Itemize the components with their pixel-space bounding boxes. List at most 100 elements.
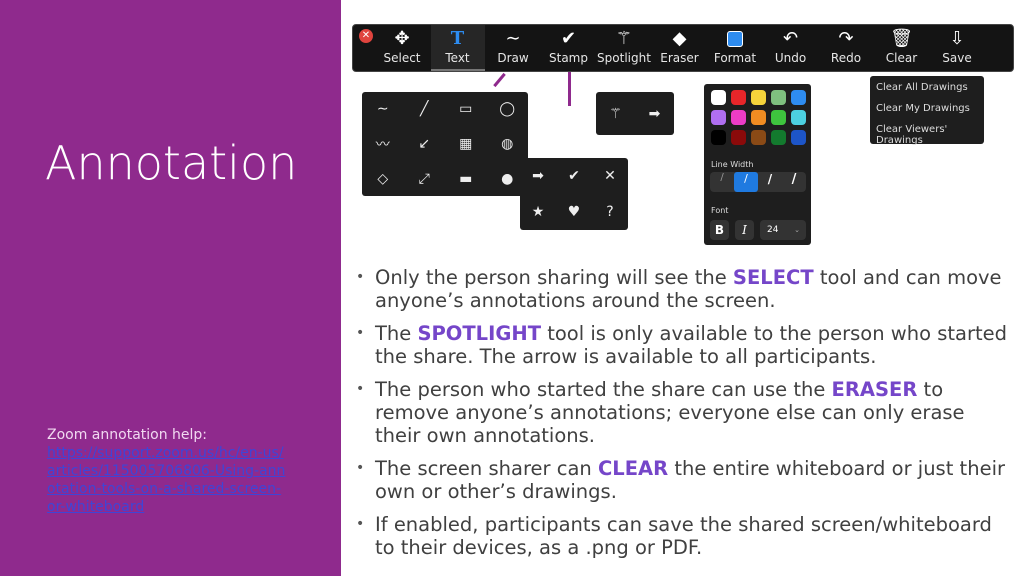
draw-tool-option[interactable]: ◍ (501, 136, 513, 152)
tool-label: Draw (497, 51, 529, 65)
stamp-option[interactable]: ✔ (568, 168, 580, 184)
color-swatch[interactable] (790, 110, 806, 125)
color-swatch[interactable] (770, 90, 786, 105)
text-T-icon: T (450, 28, 465, 49)
draw-tools-panel: ∼ ╱ ▭ ◯ 〰 ↙ ▦ ◍ ◇ ⤢ ▬ ● (362, 92, 528, 196)
bullet-text: If enabled, participants can save the sh… (375, 513, 992, 559)
tool-label: Undo (774, 51, 807, 65)
line-width-thin[interactable]: / (710, 172, 734, 192)
color-swatch[interactable] (790, 90, 806, 105)
italic-button[interactable]: I (735, 220, 754, 240)
tool-label: Select (383, 51, 421, 65)
draw-tool-option[interactable]: ● (501, 171, 513, 187)
tool-label: Eraser (660, 51, 699, 65)
left-panel: Annotation Zoom annotation help: https:/… (0, 0, 341, 576)
color-swatch[interactable] (770, 130, 786, 145)
stamp-option[interactable]: ➡ (532, 168, 544, 184)
stamp-option[interactable]: ? (606, 204, 613, 220)
annotation-toolbar: ✕ ✥ Select T Text ∼ Draw ✔ Stamp ⚚ Spotlight ◆ Eras… (352, 24, 1014, 72)
trash-icon: 🗑 (890, 28, 913, 49)
draw-tool-option[interactable]: 〰 (376, 134, 390, 154)
stamp-option[interactable]: ✕ (604, 168, 616, 184)
highlight-term: ERASER (831, 378, 918, 401)
bold-button[interactable]: B (710, 220, 729, 240)
font-size-select[interactable]: 24 ⌄ (760, 220, 806, 240)
redo-icon: ↷ (838, 28, 854, 49)
checkmark-icon: ✔ (560, 28, 577, 49)
help-label: Zoom annotation help: (47, 427, 208, 443)
color-swatch[interactable] (750, 90, 766, 105)
tool-label: Spotlight (597, 51, 651, 65)
color-square-icon (708, 25, 762, 51)
tool-format[interactable]: Format (708, 25, 762, 71)
tool-label: Clear (885, 51, 918, 65)
bullet-text: Only the person sharing will see the (375, 266, 733, 289)
draw-tool-option[interactable]: ⤢ (419, 171, 430, 187)
spotlight-option[interactable]: ➡ (649, 106, 661, 122)
stamp-tools-panel: ➡ ✔ ✕ ★ ♥? (520, 158, 628, 230)
draw-tool-option[interactable]: ▭ (459, 101, 472, 117)
stamp-option[interactable]: ★ (532, 204, 545, 220)
line-width-thickest[interactable]: / (782, 172, 806, 192)
tool-label: Format (713, 51, 757, 65)
tool-text[interactable]: T Text (430, 25, 485, 71)
draw-tool-option[interactable]: ◯ (499, 101, 515, 117)
clear-menu: Clear All Drawings Clear My Drawings Clear… (870, 76, 984, 146)
tool-select[interactable]: ✥ Select (375, 25, 429, 71)
draw-tool-option[interactable]: ↙ (418, 136, 430, 152)
draw-pointer-arrow (493, 72, 506, 88)
tool-label: Redo (830, 51, 862, 65)
tool-label: Text (445, 51, 470, 65)
draw-tool-option[interactable]: ▦ (459, 136, 472, 152)
line-width-medium[interactable]: / (734, 172, 758, 192)
font-size-value: 24 (767, 225, 779, 235)
color-swatch[interactable] (710, 130, 726, 145)
color-swatch[interactable] (750, 110, 766, 125)
tool-eraser[interactable]: ◆ Eraser (653, 25, 707, 71)
draw-tool-option[interactable]: ▬ (459, 171, 472, 187)
bullet-item: The person who started the share can use… (356, 378, 1016, 447)
help-link[interactable]: https://support.zoom.us/hc/en-us/article… (47, 444, 287, 516)
spotlight-tools-panel: ⚚ ➡ (596, 92, 674, 135)
tool-redo[interactable]: ↷ Redo (819, 25, 873, 71)
tool-draw[interactable]: ∼ Draw (486, 25, 540, 71)
color-swatch[interactable] (770, 110, 786, 125)
tool-spotlight[interactable]: ⚚ Spotlight (597, 25, 651, 71)
color-swatch[interactable] (730, 90, 746, 105)
stamp-pointer-arrow (568, 72, 571, 106)
close-icon[interactable]: ✕ (359, 29, 373, 43)
color-swatch[interactable] (750, 130, 766, 145)
color-swatch[interactable] (730, 110, 746, 125)
color-swatch[interactable] (710, 110, 726, 125)
line-width-thick[interactable]: / (758, 172, 782, 192)
undo-icon: ↶ (782, 28, 799, 49)
draw-tool-option[interactable]: ◇ (377, 171, 388, 187)
font-label: Font (711, 206, 729, 215)
draw-tool-option[interactable]: ╱ (420, 101, 428, 117)
magic-wand-icon: ⚚ (615, 28, 633, 49)
clear-menu-item[interactable]: Clear Viewers' Drawings (870, 120, 984, 146)
eraser-icon: ◆ (672, 28, 687, 49)
line-width-label: Line Width (711, 160, 754, 169)
stamp-option[interactable]: ♥ (568, 204, 581, 220)
spotlight-option[interactable]: ⚚ (609, 106, 622, 122)
clear-menu-item[interactable]: Clear My Drawings (870, 99, 984, 120)
bullet-text: The person who started the share can use… (375, 378, 832, 401)
color-swatch[interactable] (730, 130, 746, 145)
bullet-text: The screen sharer can (375, 457, 598, 480)
slide-title: Annotation (45, 136, 298, 190)
bullet-item: The screen sharer can CLEAR the entire w… (356, 457, 1016, 503)
bullet-item: Only the person sharing will see the SEL… (356, 266, 1016, 312)
tool-clear[interactable]: 🗑 Clear (875, 25, 929, 71)
color-swatch[interactable] (790, 130, 806, 145)
bullet-item: The SPOTLIGHT tool is only available to … (356, 322, 1016, 368)
tool-undo[interactable]: ↶ Undo (764, 25, 818, 71)
clear-menu-item[interactable]: Clear All Drawings (870, 78, 984, 99)
draw-tool-option[interactable]: ∼ (377, 101, 389, 117)
bullet-item: If enabled, participants can save the sh… (356, 513, 1016, 559)
color-swatch[interactable] (710, 90, 726, 105)
bullet-text: The (375, 322, 418, 345)
bullet-list: Only the person sharing will see the SEL… (356, 266, 1016, 569)
tool-save[interactable]: ⇩ Save (930, 25, 984, 71)
tool-stamp[interactable]: ✔ Stamp (542, 25, 596, 71)
